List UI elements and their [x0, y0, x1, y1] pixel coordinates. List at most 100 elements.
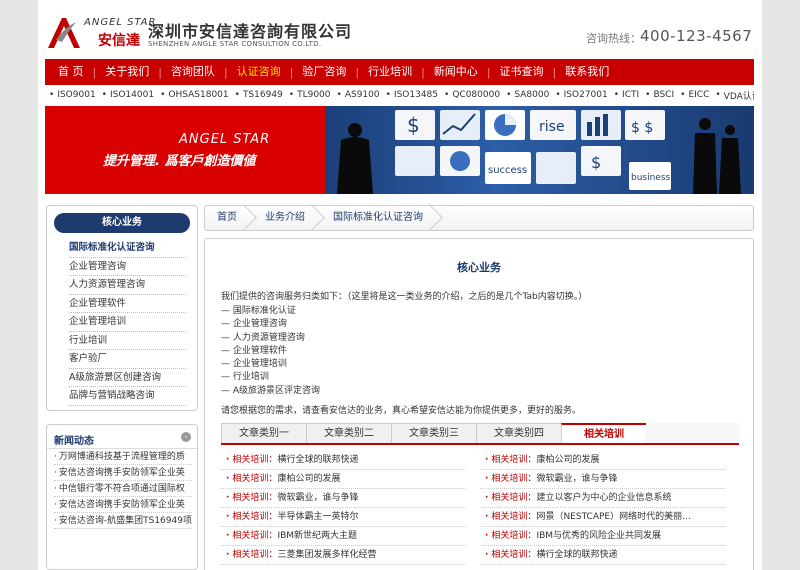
service-item: 人力资源管理咨询	[221, 332, 320, 345]
nav-item-training[interactable]: 行业培训	[359, 59, 421, 85]
article-link[interactable]: 相关培训：康柏公司的发展	[480, 451, 725, 470]
sidebar-title: 核心业务	[54, 213, 190, 233]
sidebar-item-scenic-area[interactable]: A级旅游景区创建咨询	[69, 369, 186, 387]
company-name: 深圳市安信達咨詢有限公司	[148, 22, 353, 41]
main-nav: 首 页 | 关于我们 | 咨询团队 | 认证咨询 | 验厂咨询 | 行业培训 |…	[45, 59, 754, 85]
hotline-label: 咨询热线：	[586, 32, 641, 45]
article-link[interactable]: 相关培训：微软霸业，谁与争锋	[480, 470, 725, 489]
closing-text: 请您根据您的需求，请查看安信达的业务，真心希望安信达能为你提供更多，更好的服务。	[221, 406, 582, 416]
more-arrow-icon[interactable]: ›	[181, 432, 191, 442]
standard-link[interactable]: TS16949	[243, 90, 283, 100]
article-link[interactable]: 相关培训：微软霸业，谁与争锋	[221, 489, 466, 508]
article-link[interactable]: 相关培训：三菱集团发展多样化经营	[221, 546, 466, 565]
article-link[interactable]: 相关培训：IBM新世纪两大主题	[221, 527, 466, 546]
sidebar-item-industry-training[interactable]: 行业培训	[69, 332, 186, 350]
sidebar-item-factory-audit[interactable]: 客户验厂	[69, 350, 186, 369]
standard-link[interactable]: TL9000	[297, 90, 330, 100]
sidebar-item-brand-marketing[interactable]: 品牌与营销战略咨询	[69, 387, 186, 406]
service-item: 企业管理培训	[221, 358, 320, 371]
banner-brand: ANGEL STAR	[179, 132, 271, 147]
standard-link[interactable]: QC080000	[452, 90, 500, 100]
nav-item-certificate-query[interactable]: 证书查询	[491, 59, 553, 85]
article-link[interactable]: 相关培训：网景（NESTCAPE）网络时代的美丽...	[480, 508, 725, 527]
header: ANGEL STAR 安信達 深圳市安信達咨詢有限公司 SHENZHEN ANG…	[38, 0, 762, 58]
business-collage-icon: $ rise $ $ success $ business	[337, 110, 741, 194]
standard-link[interactable]: OHSAS18001	[168, 90, 228, 100]
hero-banner: ANGEL STAR 提升管理. 爲客戶創造價値 $ rise $ $ succ…	[45, 106, 754, 194]
service-item: 企业管理软件	[221, 345, 320, 358]
logo-english-text: ANGEL STAR	[84, 17, 157, 28]
service-list: 国际标准化认证 企业管理咨询 人力资源管理咨询 企业管理软件 企业管理培训 行业…	[221, 305, 320, 398]
news-item[interactable]: 安信达咨询携手安防领军企业英	[54, 497, 192, 513]
standard-link[interactable]: ISO14001	[110, 90, 154, 100]
banner-word-rise: rise	[539, 119, 565, 135]
tab-category-3[interactable]: 文章类别三	[391, 423, 477, 443]
news-item[interactable]: 万网博通科技基于流程管理的质	[54, 449, 192, 465]
service-item: 行业培训	[221, 371, 320, 384]
svg-text:$ $: $ $	[631, 120, 653, 136]
standard-link[interactable]: ISO13485	[394, 90, 438, 100]
company-name-english: SHENZHEN ANGLE STAR CONSULTION CO.LTD.	[148, 40, 322, 48]
nav-item-news[interactable]: 新闻中心	[425, 59, 487, 85]
news-item[interactable]: 安信达咨询携手安防领军企业英	[54, 465, 192, 481]
article-link[interactable]: 相关培训：半导体霸主一英特尔	[221, 508, 466, 527]
tab-category-4[interactable]: 文章类别四	[476, 423, 562, 443]
tab-category-1[interactable]: 文章类别一	[221, 423, 307, 443]
standard-link[interactable]: VDA认证咨询	[724, 89, 754, 102]
standard-link[interactable]: ISO9001	[57, 90, 95, 100]
standard-link[interactable]: BSCI	[653, 90, 674, 100]
standards-bar: • ISO9001 • ISO14001 • OHSAS18001 • TS16949 …	[45, 86, 754, 104]
nav-item-contact[interactable]: 联系我们	[556, 59, 618, 85]
standard-link[interactable]: ISO27001	[564, 90, 608, 100]
service-item: A级旅游景区评定咨询	[221, 385, 320, 398]
svg-text:$: $	[591, 153, 601, 172]
banner-red-panel: ANGEL STAR 提升管理. 爲客戶創造價値	[45, 106, 325, 194]
sidebar-item-hr-consulting[interactable]: 人力资源管理咨询	[69, 276, 186, 295]
hotline-number: 400-123-4567	[640, 27, 753, 45]
service-item: 企业管理咨询	[221, 318, 320, 331]
banner-word-business: business	[631, 173, 671, 183]
breadcrumb-business[interactable]: 业务介绍	[253, 205, 315, 231]
intro-text: 我们提供的咨询服务归类如下：（这里将是这一类业务的介绍，之后的是几个Tab内容切…	[221, 292, 588, 302]
standard-link[interactable]: ICTI	[622, 90, 639, 100]
sidebar-item-management-software[interactable]: 企业管理软件	[69, 295, 186, 313]
angel-wing-logo-icon	[48, 18, 80, 48]
article-link[interactable]: 相关培训：IBM与优秀的风险企业共同发展	[480, 527, 725, 546]
standard-link[interactable]: SA8000	[514, 90, 549, 100]
news-item[interactable]: 安信达咨询-航盛集团TS16949项	[54, 513, 192, 529]
nav-item-home[interactable]: 首 页	[49, 59, 93, 85]
nav-item-factory-audit[interactable]: 验厂咨询	[293, 59, 355, 85]
page: ANGEL STAR 安信達 深圳市安信達咨詢有限公司 SHENZHEN ANG…	[38, 0, 762, 570]
article-link[interactable]: 相关培训：康柏公司的发展	[221, 470, 466, 489]
nav-item-team[interactable]: 咨询团队	[162, 59, 224, 85]
nav-item-about[interactable]: 关于我们	[96, 59, 158, 85]
article-link[interactable]: 相关培训：横行全球的联邦快递	[480, 546, 725, 565]
breadcrumb: 首页 业务介绍 国际标准化认证咨询	[204, 205, 754, 231]
banner-word-success: success	[488, 165, 527, 176]
logo-chinese-text: 安信達	[98, 33, 140, 49]
page-title: 核心业务	[457, 261, 501, 274]
sidebar-item-iso-certification[interactable]: 国际标准化认证咨询	[69, 239, 186, 258]
svg-text:$: $	[407, 113, 420, 137]
article-link[interactable]: 相关培训：建立以客户为中心的企业信息系统	[480, 489, 725, 508]
article-link[interactable]: 相关培训：横行全球的联邦快递	[221, 451, 466, 470]
sidebar-core-business: 核心业务 国际标准化认证咨询 企业管理咨询 人力资源管理咨询 企业管理软件 企业…	[46, 205, 198, 411]
breadcrumb-current[interactable]: 国际标准化认证咨询	[321, 205, 433, 231]
article-tabs: 文章类别一 文章类别二 文章类别三 文章类别四 相关培训	[221, 423, 740, 445]
tab-filler	[646, 423, 740, 443]
banner-slogan: 提升管理. 爲客戶創造價値	[103, 154, 256, 169]
standard-link[interactable]: EICC	[688, 90, 709, 100]
tab-related-training[interactable]: 相关培训	[561, 423, 647, 443]
sidebar-item-management-training[interactable]: 企业管理培训	[69, 313, 186, 332]
news-item[interactable]: 中信银行零不符合项通过国际权	[54, 481, 192, 497]
main-content: 核心业务 我们提供的咨询服务归类如下：（这里将是这一类业务的介绍，之后的是几个T…	[204, 238, 754, 570]
news-header: 新闻动态 ›	[47, 425, 197, 449]
news-panel: 新闻动态 › 万网博通科技基于流程管理的质 安信达咨询携手安防领军企业英 中信银…	[46, 424, 198, 570]
article-list: 相关培训：横行全球的联邦快递 相关培训：康柏公司的发展 相关培训：康柏公司的发展…	[221, 451, 739, 565]
standard-link[interactable]: AS9100	[345, 90, 380, 100]
service-item: 国际标准化认证	[221, 305, 320, 318]
breadcrumb-home[interactable]: 首页	[205, 205, 247, 231]
tab-category-2[interactable]: 文章类别二	[306, 423, 392, 443]
sidebar-item-management-consulting[interactable]: 企业管理咨询	[69, 258, 186, 276]
nav-item-certification[interactable]: 认证咨询	[228, 59, 290, 85]
